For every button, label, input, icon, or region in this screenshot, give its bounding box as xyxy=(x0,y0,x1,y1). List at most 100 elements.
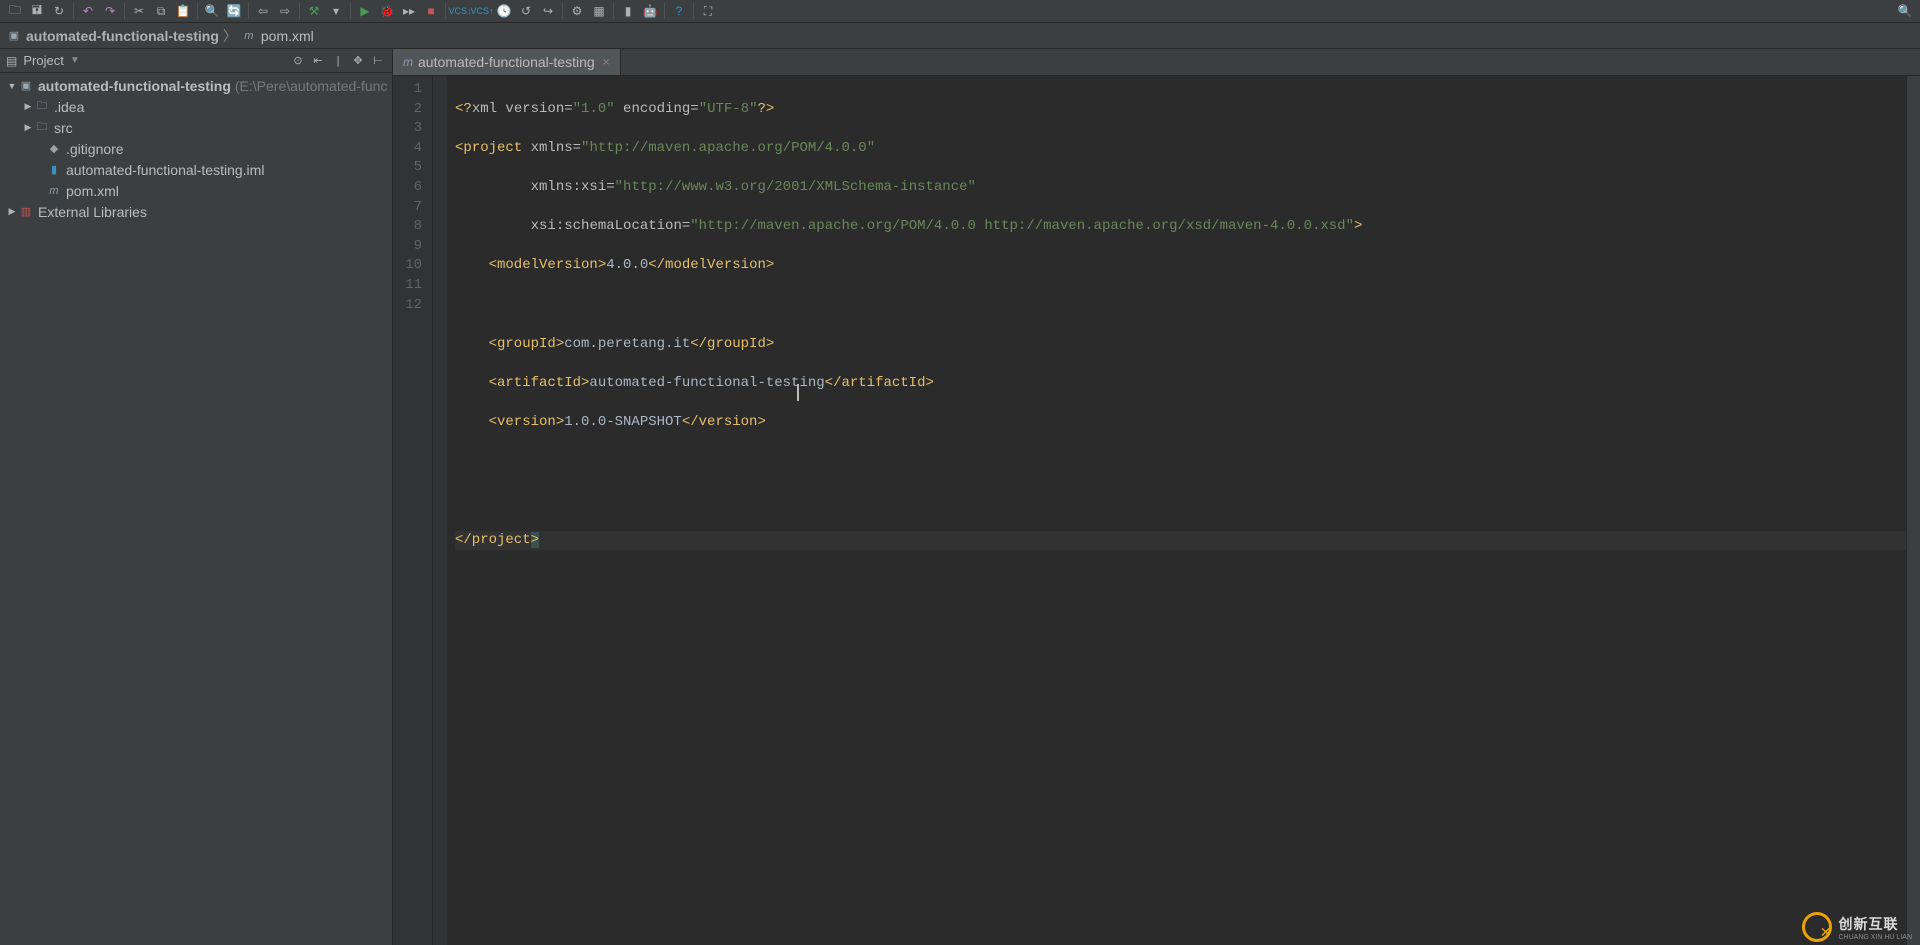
editor-gutter: 1 2 3 4 5 6 7 8 9 10 11 12 xyxy=(393,76,433,945)
collapse-all-icon[interactable]: ⇤ xyxy=(310,53,326,69)
maven-file-icon: m xyxy=(403,55,413,69)
line-number: 11 xyxy=(393,276,432,296)
watermark-circle-icon xyxy=(1802,912,1832,942)
toolbar-separator xyxy=(124,3,125,19)
line-number: 7 xyxy=(393,198,432,218)
copy-icon[interactable]: ⧉ xyxy=(151,2,171,20)
twisty-collapsed-icon[interactable]: ▶ xyxy=(22,101,34,112)
tree-item[interactable]: m pom.xml xyxy=(0,180,392,201)
tree-item[interactable]: ▶ 🗀 .idea xyxy=(0,96,392,117)
twisty-expanded-icon[interactable]: ▼ xyxy=(6,81,18,91)
toolbar-separator xyxy=(613,3,614,19)
iml-file-icon: ▮ xyxy=(46,162,62,178)
search-everywhere-icon[interactable]: 🔍 xyxy=(1895,2,1915,20)
vcs-commit-icon[interactable]: VCS↑ xyxy=(472,2,492,20)
debug-icon[interactable]: 🐞 xyxy=(377,2,397,20)
breadcrumb: ▣ automated-functional-testing 〉 m pom.x… xyxy=(0,23,1920,49)
line-number: 5 xyxy=(393,158,432,178)
tree-item-label: src xyxy=(54,120,73,136)
redo-icon[interactable]: ↷ xyxy=(100,2,120,20)
run-icon[interactable]: ▶ xyxy=(355,2,375,20)
toolbar-separator xyxy=(693,3,694,19)
tree-external-libs[interactable]: ▶ ▥ External Libraries xyxy=(0,201,392,222)
toolbar: 🗀 🖬 ↻ ↶ ↷ ✂ ⧉ 📋 🔍 🔄 ⇦ ⇨ ⚒ ▾ ▶ 🐞 ▸▸ ■ VCS… xyxy=(0,0,1920,23)
project-panel: ▤ Project ▼ ⊙ ⇤ | ✥ ⊢ ▼ ▣ automated-func… xyxy=(0,49,393,945)
breadcrumb-project[interactable]: ▣ automated-functional-testing xyxy=(6,28,219,44)
open-icon[interactable]: 🗀 xyxy=(5,2,25,20)
project-structure-icon[interactable]: ▦ xyxy=(589,2,609,20)
sync-icon[interactable]: ↻ xyxy=(49,2,69,20)
line-number: 9 xyxy=(393,237,432,257)
folder-icon: 🗀 xyxy=(34,99,50,115)
vcs-history-icon[interactable]: 🕓 xyxy=(494,2,514,20)
back-icon[interactable]: ⇦ xyxy=(253,2,273,20)
toolbar-separator xyxy=(562,3,563,19)
hide-panel-icon[interactable]: ⊢ xyxy=(370,53,386,69)
coverage-icon[interactable]: ▸▸ xyxy=(399,2,419,20)
tree-item[interactable]: ▮ automated-functional-testing.iml xyxy=(0,159,392,180)
line-number: 3 xyxy=(393,119,432,139)
tree-item-label: .gitignore xyxy=(66,141,124,157)
toolbar-separator xyxy=(73,3,74,19)
breadcrumb-file-label: pom.xml xyxy=(261,28,314,44)
panel-settings-icon[interactable]: ✥ xyxy=(350,53,366,69)
tree-external-libs-label: External Libraries xyxy=(38,204,147,220)
toolbar-separator xyxy=(350,3,351,19)
stop-icon[interactable]: ■ xyxy=(421,2,441,20)
tree-item-label: pom.xml xyxy=(66,183,119,199)
twisty-collapsed-icon[interactable]: ▶ xyxy=(22,122,34,133)
build-icon[interactable]: ⚒ xyxy=(304,2,324,20)
line-number: 1 xyxy=(393,80,432,100)
toolbar-separator xyxy=(299,3,300,19)
vcs-push-icon[interactable]: ↪ xyxy=(538,2,558,20)
editor-error-strip[interactable] xyxy=(1906,76,1920,945)
watermark-logo: 创新互联 CHUANG XIN HU LIAN xyxy=(1802,912,1912,942)
text-cursor-icon xyxy=(797,384,799,401)
undo-icon[interactable]: ↶ xyxy=(78,2,98,20)
code-editor[interactable]: <?xml version="1.0" encoding="UTF-8"?> <… xyxy=(447,76,1906,945)
folder-icon: ▣ xyxy=(6,28,22,44)
find-icon[interactable]: 🔍 xyxy=(202,2,222,20)
toolbar-separator xyxy=(445,3,446,19)
sdk-icon[interactable]: ▮ xyxy=(618,2,638,20)
breadcrumb-file[interactable]: m pom.xml xyxy=(241,28,314,44)
tree-root[interactable]: ▼ ▣ automated-functional-testing (E:\Per… xyxy=(0,75,392,96)
vcs-update-icon[interactable]: VCS↓ xyxy=(450,2,470,20)
toolbar-separator xyxy=(664,3,665,19)
editor-area: m automated-functional-testing × 1 2 3 4… xyxy=(393,49,1920,945)
scroll-from-source-icon[interactable]: ⊙ xyxy=(290,53,306,69)
folder-icon: 🗀 xyxy=(34,120,50,136)
save-icon[interactable]: 🖬 xyxy=(27,2,47,20)
line-number: 6 xyxy=(393,178,432,198)
editor-tabs: m automated-functional-testing × xyxy=(393,49,1920,76)
line-number: 8 xyxy=(393,217,432,237)
misc-icon[interactable]: ⛶ xyxy=(698,2,718,20)
module-folder-icon: ▣ xyxy=(18,78,34,94)
tree-item[interactable]: ▶ 🗀 src xyxy=(0,117,392,138)
cut-icon[interactable]: ✂ xyxy=(129,2,149,20)
run-config-icon[interactable]: ▾ xyxy=(326,2,346,20)
twisty-collapsed-icon[interactable]: ▶ xyxy=(6,206,18,217)
line-number: 10 xyxy=(393,256,432,276)
line-number: 2 xyxy=(393,100,432,120)
project-panel-title[interactable]: Project xyxy=(23,53,63,68)
tree-item[interactable]: ◆ .gitignore xyxy=(0,138,392,159)
replace-icon[interactable]: 🔄 xyxy=(224,2,244,20)
forward-icon[interactable]: ⇨ xyxy=(275,2,295,20)
tree-root-label: automated-functional-testing xyxy=(38,78,231,94)
paste-icon[interactable]: 📋 xyxy=(173,2,193,20)
breadcrumb-separator: 〉 xyxy=(223,26,237,46)
line-number: 4 xyxy=(393,139,432,159)
editor-tab-pom[interactable]: m automated-functional-testing × xyxy=(393,49,621,75)
tree-item-label: automated-functional-testing.iml xyxy=(66,162,264,178)
help-icon[interactable]: ? xyxy=(669,2,689,20)
settings-icon[interactable]: ⚙ xyxy=(567,2,587,20)
panel-separator-icon: | xyxy=(330,53,346,69)
avd-icon[interactable]: 🤖 xyxy=(640,2,660,20)
vcs-revert-icon[interactable]: ↺ xyxy=(516,2,536,20)
maven-file-icon: m xyxy=(46,183,62,199)
watermark-subtext: CHUANG XIN HU LIAN xyxy=(1838,934,1912,941)
watermark-text: 创新互联 xyxy=(1838,916,1898,932)
close-tab-icon[interactable]: × xyxy=(603,55,610,69)
dropdown-icon[interactable]: ▼ xyxy=(70,55,80,66)
